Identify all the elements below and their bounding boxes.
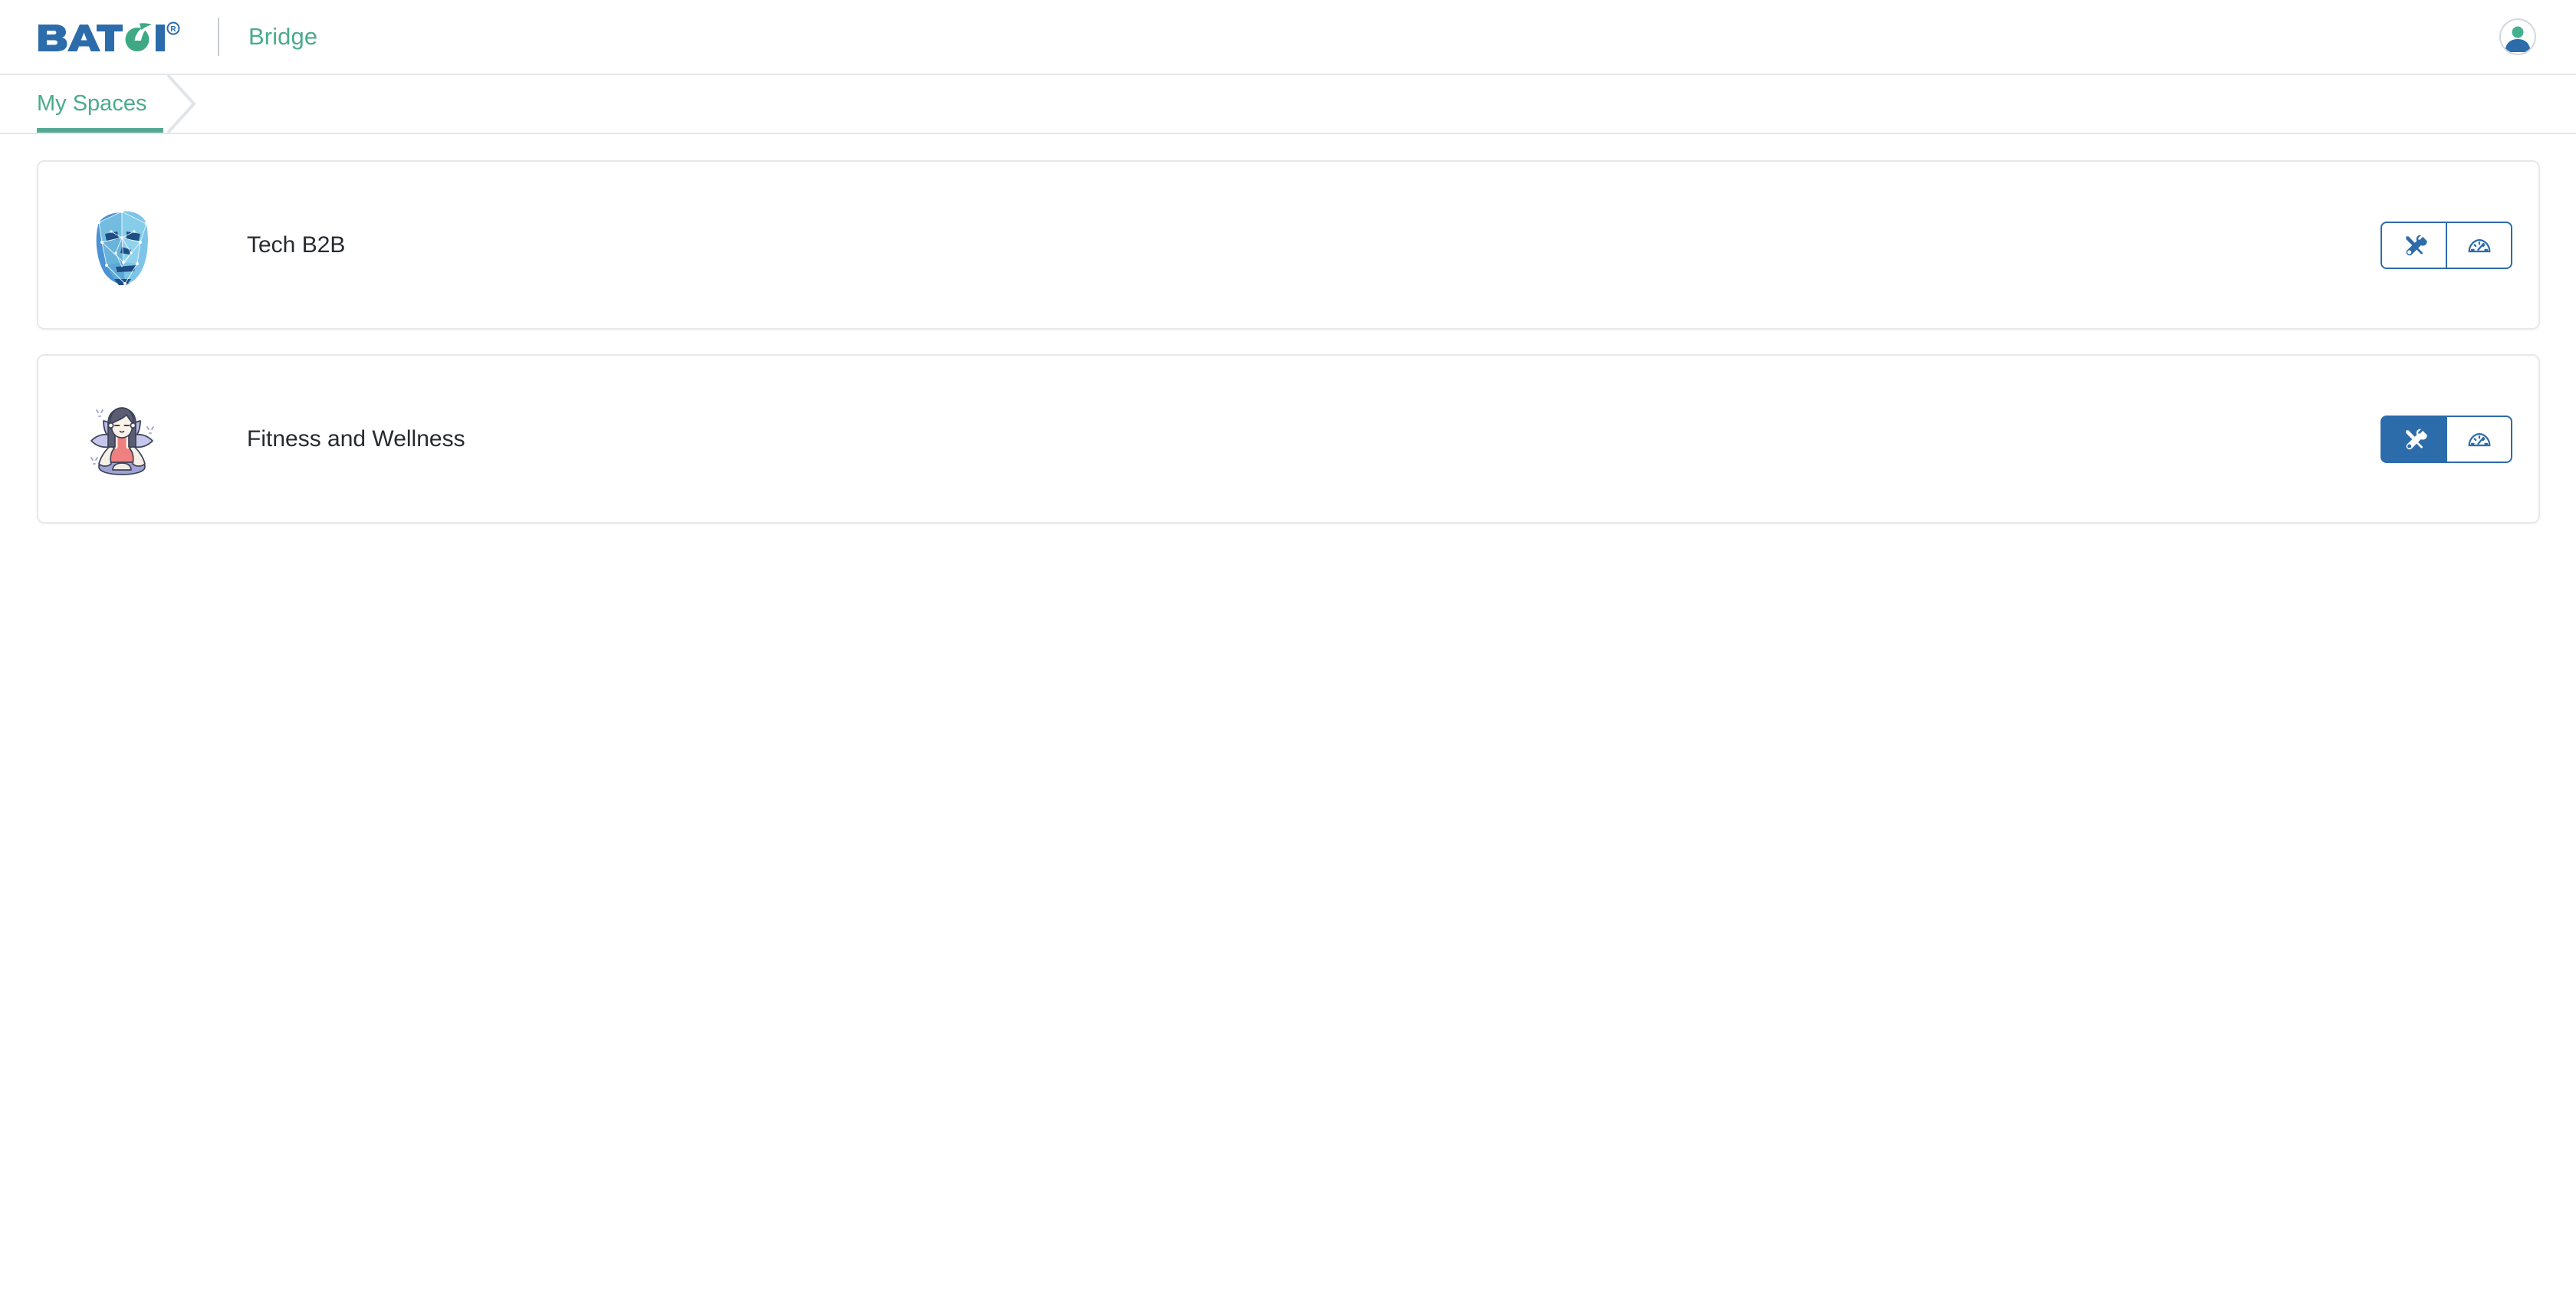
tools-icon	[2405, 235, 2427, 255]
header-right-group	[2499, 18, 2536, 55]
space-card[interactable]: Tech B2B	[37, 160, 2540, 330]
space-dashboard-button[interactable]	[2446, 415, 2512, 463]
tools-icon	[2405, 429, 2427, 449]
yoga-lotus-meditation-icon	[74, 391, 170, 488]
breadcrumb: My Spaces	[0, 75, 2576, 134]
space-tools-button[interactable]	[2380, 221, 2446, 269]
space-dashboard-button[interactable]	[2446, 221, 2512, 269]
svg-text:R: R	[170, 25, 176, 34]
product-name: Bridge	[248, 23, 318, 50]
dashboard-gauge-icon	[2468, 432, 2490, 446]
batoi-logo[interactable]: R	[37, 20, 187, 54]
space-tools-button[interactable]	[2380, 415, 2446, 463]
space-card-actions	[2380, 221, 2512, 269]
spaces-list: Tech B2B Fitness and Wellness	[0, 134, 2576, 524]
app-header: R Bridge	[0, 0, 2576, 75]
active-tab-underline	[37, 128, 164, 133]
header-divider	[218, 18, 219, 56]
space-title: Fitness and Wellness	[247, 425, 465, 452]
breadcrumb-item-my-spaces[interactable]: My Spaces	[0, 75, 164, 133]
space-card-actions	[2380, 415, 2512, 463]
user-avatar-icon	[2505, 26, 2531, 52]
low-poly-face-mask-icon	[74, 197, 170, 294]
breadcrumb-item-label: My Spaces	[37, 91, 147, 116]
space-card[interactable]: Fitness and Wellness	[37, 354, 2540, 524]
chevron-right-icon	[163, 75, 211, 133]
dashboard-gauge-icon	[2468, 238, 2490, 252]
user-avatar-button[interactable]	[2499, 18, 2536, 55]
brand-block[interactable]: R Bridge	[0, 0, 317, 74]
space-title: Tech B2B	[247, 232, 346, 258]
